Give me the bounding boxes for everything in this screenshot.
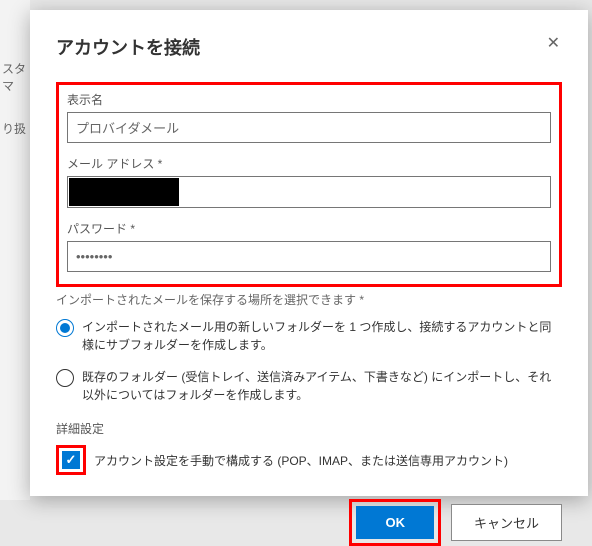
checkbox-checked-icon: ✓: [62, 451, 80, 469]
radio-icon: [56, 319, 74, 337]
password-group: パスワード *: [67, 220, 551, 272]
display-name-label: 表示名: [67, 91, 551, 108]
display-name-group: 表示名: [67, 91, 551, 143]
dialog-title: アカウントを接続: [56, 34, 200, 60]
redacted-email: [69, 178, 179, 206]
bg-text: スタマ: [2, 60, 30, 94]
highlighted-input-section: 表示名 メール アドレス * パスワード *: [56, 82, 562, 287]
radio-icon: [56, 369, 74, 387]
ok-button[interactable]: OK: [356, 506, 434, 539]
password-label: パスワード *: [67, 220, 551, 237]
cancel-button[interactable]: キャンセル: [451, 504, 562, 541]
email-group: メール アドレス *: [67, 155, 551, 208]
password-input[interactable]: [67, 241, 551, 272]
radio-new-folder[interactable]: インポートされたメール用の新しいフォルダーを 1 つ作成し、接続するアカウントと…: [56, 318, 562, 358]
bg-text: り扱: [2, 120, 26, 137]
advanced-settings-title: 詳細設定: [56, 420, 562, 437]
close-icon[interactable]: ✕: [545, 34, 562, 54]
highlighted-ok: OK: [349, 499, 441, 546]
radio-label: インポートされたメール用の新しいフォルダーを 1 つ作成し、接続するアカウントと…: [82, 318, 562, 354]
dialog-buttons: OK キャンセル: [56, 499, 562, 546]
display-name-input[interactable]: [67, 112, 551, 143]
radio-existing-folder[interactable]: 既存のフォルダー (受信トレイ、送信済みアイテム、下書きなど) にインポートし、…: [56, 368, 562, 408]
background-sidebar: スタマ り扱: [0, 0, 30, 500]
email-input[interactable]: [67, 176, 551, 208]
email-label: メール アドレス *: [67, 155, 551, 172]
import-location-desc: インポートされたメールを保存する場所を選択できます *: [56, 291, 562, 308]
manual-config-label: アカウント設定を手動で構成する (POP、IMAP、または送信専用アカウント): [94, 452, 508, 469]
connect-account-dialog: アカウントを接続 ✕ 表示名 メール アドレス * パスワード * インポートさ…: [30, 10, 588, 496]
dialog-header: アカウントを接続 ✕: [56, 34, 562, 60]
manual-config-row[interactable]: ✓ アカウント設定を手動で構成する (POP、IMAP、または送信専用アカウント…: [56, 445, 562, 475]
radio-label: 既存のフォルダー (受信トレイ、送信済みアイテム、下書きなど) にインポートし、…: [82, 368, 562, 404]
highlighted-checkbox: ✓: [56, 445, 86, 475]
